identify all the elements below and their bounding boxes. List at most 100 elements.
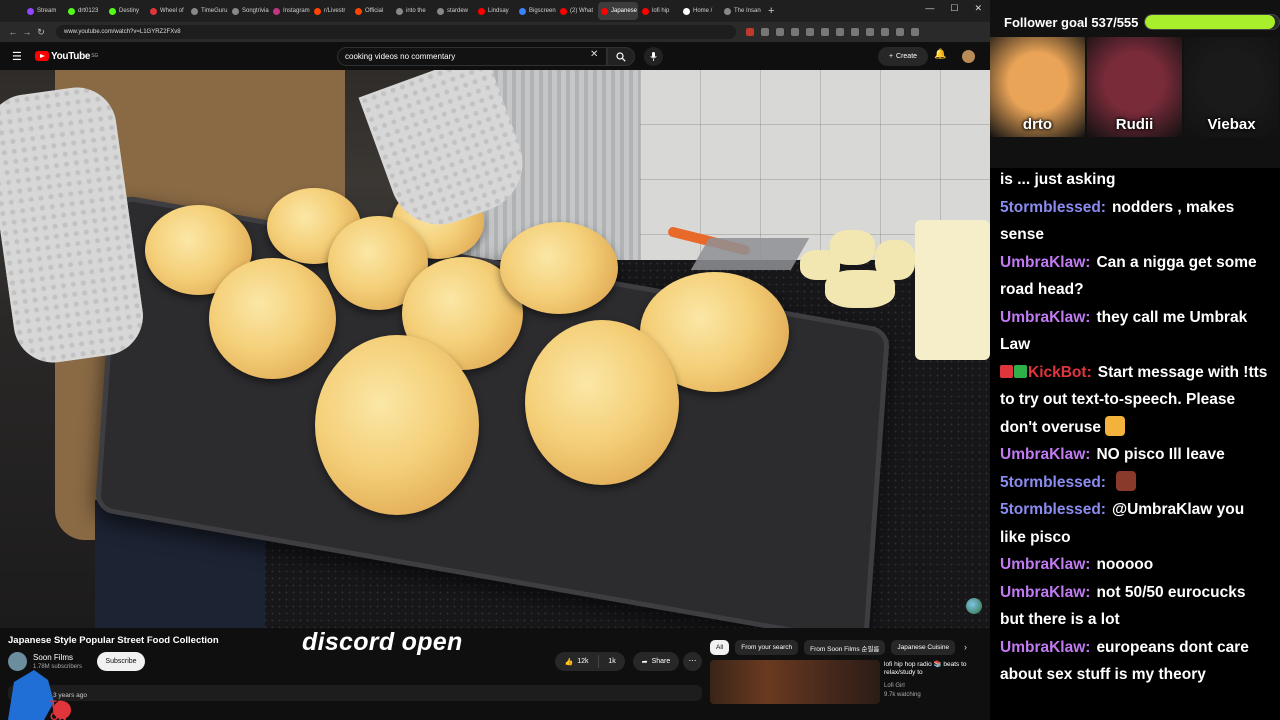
new-tab-button[interactable]: +	[768, 5, 774, 17]
tab-list: Stream drt0123 Destiny Wheel of TimeGuru Song…	[24, 2, 762, 20]
chat-username[interactable]: KickBot:	[1028, 364, 1092, 381]
filter-chip[interactable]: All	[710, 640, 730, 655]
tab-favicon-icon	[191, 7, 198, 15]
browser-tab[interactable]: The Insane	[721, 2, 761, 20]
extension-icon[interactable]	[866, 28, 874, 36]
dislike-button[interactable]: 1k	[599, 658, 625, 665]
tab-label: Lindsay	[488, 8, 509, 14]
browser-tab[interactable]: Instagram	[270, 2, 310, 20]
search-query: cooking videos no commentary	[345, 52, 456, 61]
browser-tab[interactable]: drt0123	[65, 2, 105, 20]
notifications-bell-icon[interactable]: 🔔	[934, 49, 946, 60]
extension-icon[interactable]	[851, 28, 859, 36]
extension-icon[interactable]	[821, 28, 829, 36]
channel-name[interactable]: Soon Films	[33, 653, 73, 662]
browser-tab[interactable]: r/Livestr	[311, 2, 351, 20]
browser-tab[interactable]: Destiny	[106, 2, 146, 20]
extension-icon[interactable]	[761, 28, 769, 36]
hamburger-menu-icon[interactable]: ☰	[12, 50, 23, 63]
like-button[interactable]: 👍 12k	[555, 655, 599, 668]
browser-tab[interactable]: Wheel of	[147, 2, 187, 20]
account-avatar[interactable]	[962, 50, 975, 63]
chat-username[interactable]: 5tormblessed:	[1000, 501, 1106, 518]
share-label: Share	[651, 658, 671, 665]
bun	[525, 320, 679, 485]
follower-goal: Follower goal 537/555	[990, 10, 1280, 34]
filter-chip[interactable]: Japanese Cuisine	[891, 640, 956, 655]
tab-label: Destiny	[119, 8, 140, 14]
tab-label: drt0123	[78, 8, 99, 14]
follower-goal-label: Follower goal 537/555	[1004, 14, 1139, 30]
browser-tab[interactable]: Bigscreen	[516, 2, 556, 20]
youtube-header: ☰ YouTube SG cooking videos no commentar…	[0, 42, 990, 70]
filter-chip[interactable]: From Soon Films 순필름	[804, 640, 886, 655]
browser-tab[interactable]: Lindsay	[475, 2, 515, 20]
chat-username[interactable]: 5tormblessed:	[1000, 199, 1106, 216]
tab-favicon-icon	[519, 7, 526, 15]
extension-icon[interactable]	[806, 28, 814, 36]
tab-label: Japanese	[611, 8, 638, 14]
chat-username[interactable]: 5tormblessed:	[1000, 474, 1106, 491]
chat-message: 5tormblessed:	[1000, 469, 1272, 497]
reload-icon[interactable]: ↻	[34, 27, 48, 38]
extension-icon[interactable]	[791, 28, 799, 36]
recommended-title[interactable]: lofi hip hop radio 📚 beats to relax/stud…	[884, 661, 984, 677]
tab-label: stardew	[447, 8, 469, 14]
video-player[interactable]	[0, 70, 990, 628]
extension-icon[interactable]	[896, 28, 904, 36]
tab-favicon-icon	[355, 7, 362, 15]
browser-tab[interactable]: lofi hip	[639, 2, 679, 20]
close-window-icon[interactable]: ✕	[974, 3, 982, 14]
browser-tab[interactable]: into the	[393, 2, 433, 20]
tab-label: TimeGuru	[201, 8, 228, 14]
globe-icon[interactable]	[966, 598, 982, 614]
browser-tab[interactable]: Official	[352, 2, 392, 20]
chat-username[interactable]: UmbraKlaw:	[1000, 639, 1090, 656]
clear-search-icon[interactable]: ✕	[590, 49, 598, 60]
bot-badge-icon	[1000, 364, 1013, 378]
browser-tab[interactable]: TimeGuru	[188, 2, 228, 20]
browser-tab[interactable]: Stream	[24, 2, 64, 20]
search-input[interactable]: cooking videos no commentary	[337, 47, 607, 66]
description-box[interactable]	[8, 685, 702, 701]
search-button[interactable]	[607, 47, 635, 66]
filter-chip[interactable]: From your search	[735, 640, 799, 655]
recommended-thumbnail[interactable]	[710, 660, 880, 704]
extension-icon[interactable]	[881, 28, 889, 36]
forward-icon[interactable]: →	[20, 27, 34, 37]
tab-label: (2) What	[570, 8, 594, 14]
minimize-icon[interactable]: —	[925, 3, 934, 14]
follower-goal-progress	[1144, 14, 1280, 30]
url-field[interactable]: www.youtube.com/watch?v=L1GYRZ2FXv8	[56, 25, 736, 39]
chat-username[interactable]: UmbraKlaw:	[1000, 446, 1090, 463]
chat-emote-icon	[1105, 415, 1126, 436]
subscribe-button[interactable]: Subscribe	[97, 652, 145, 671]
browser-tab[interactable]: (2) What	[557, 2, 597, 20]
chevron-right-icon[interactable]: ›	[964, 642, 967, 652]
browser-tab[interactable]: Japanese	[598, 2, 638, 20]
back-icon[interactable]: ←	[6, 27, 20, 37]
share-button[interactable]: ➦ Share	[633, 652, 679, 671]
chat-username[interactable]: UmbraKlaw:	[1000, 556, 1090, 573]
browser-tab[interactable]: Home /	[680, 2, 720, 20]
maximize-icon[interactable]: ☐	[950, 3, 958, 14]
stream-overlay-caption: discord open	[302, 628, 463, 656]
extension-icon[interactable]	[746, 28, 754, 36]
tab-favicon-icon	[396, 7, 403, 15]
tab-favicon-icon	[683, 7, 690, 15]
chat-username[interactable]: UmbraKlaw:	[1000, 309, 1090, 326]
extension-icons	[746, 28, 919, 36]
extension-icon[interactable]	[776, 28, 784, 36]
chat-username[interactable]: UmbraKlaw:	[1000, 254, 1090, 271]
stream-members: drto Rudii Viebax	[990, 37, 1280, 137]
tab-label: Bigscreen	[529, 8, 556, 14]
more-actions-icon[interactable]: ⋯	[683, 652, 702, 671]
extension-icon[interactable]	[911, 28, 919, 36]
extension-icon[interactable]	[836, 28, 844, 36]
voice-search-button[interactable]	[644, 47, 663, 66]
youtube-logo[interactable]: YouTube SG	[35, 51, 98, 62]
chat-username[interactable]: UmbraKlaw:	[1000, 584, 1090, 601]
browser-tab[interactable]: Songtrivia	[229, 2, 269, 20]
browser-tab[interactable]: stardew	[434, 2, 474, 20]
create-button[interactable]: + Create	[878, 47, 928, 66]
